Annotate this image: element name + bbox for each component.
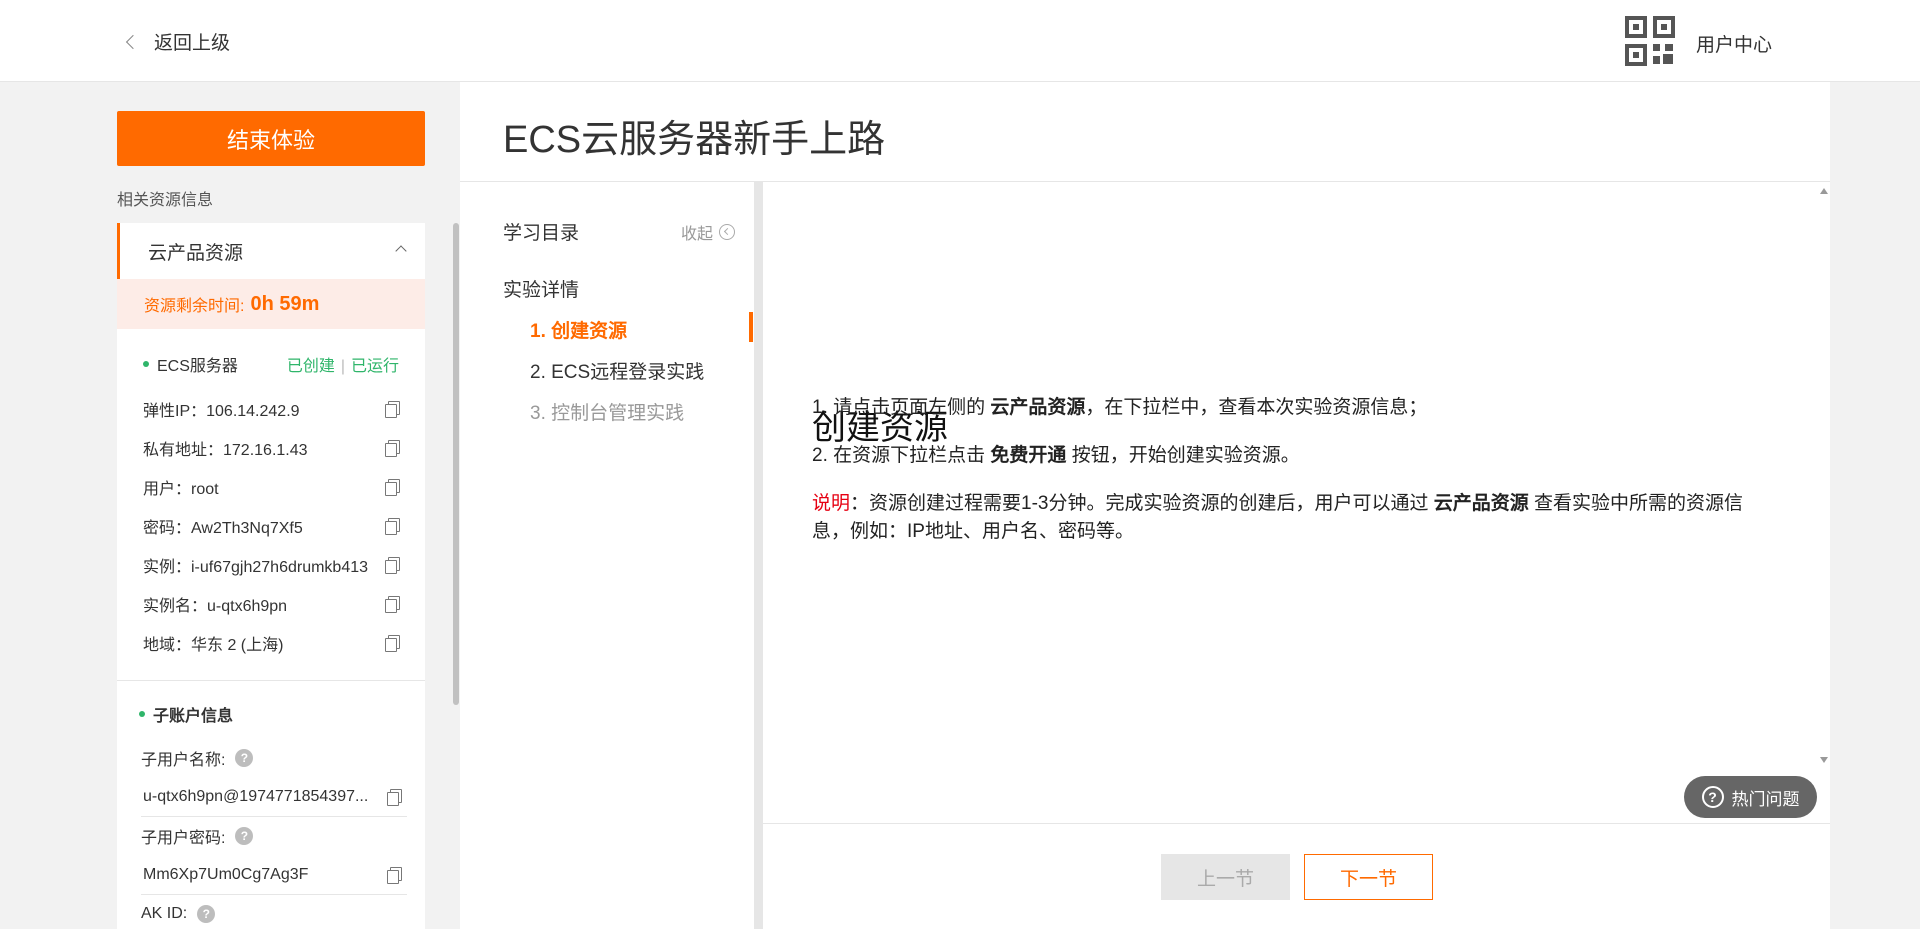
copy-icon[interactable] [385,479,400,496]
hot-questions-button[interactable]: ? 热门问题 [1684,776,1817,818]
chevron-left-icon [125,34,141,49]
scroll-down-arrow-icon[interactable] [1820,757,1828,763]
sub-user-password-value: Mm6Xp7Um0Cg7Ag3F [141,855,407,895]
sub-account-title: 子账户信息 [117,689,425,739]
copy-icon[interactable] [387,789,402,806]
copy-icon[interactable] [385,518,400,535]
status-dot-icon [143,361,149,367]
sub-account-title-text: 子账户信息 [153,708,234,725]
toc-item-create-resource[interactable]: 1. 创建资源 [530,316,627,343]
sub-user-name-label: 子用户名称: ? [117,739,425,777]
step-1: 1. 请点击页面左侧的 云产品资源，在下拉栏中，查看本次实验资源信息； [812,394,1772,422]
info-text: 实例：i-uf67gjh27h6drumkb413 [143,558,369,576]
status-dot-icon [139,711,145,717]
value-text: Mm6Xp7Um0Cg7Ag3F [143,865,309,883]
value-text: u-qtx6h9pn@1974771854397... [143,787,369,805]
cloud-product-title: 云产品资源 [148,242,244,264]
qr-code-icon[interactable] [1625,16,1675,66]
remaining-time: 资源剩余时间: 0h 59m [117,279,425,329]
info-text: 私有地址：172.16.1.43 [143,441,308,459]
label-text: 子用户名称: [141,752,226,769]
timer-value: 0h 59m [250,292,320,315]
ak-id-label: AK ID: ? [117,895,425,929]
page-title: ECS云服务器新手上路 [503,119,886,161]
info-row-private-ip: 私有地址：172.16.1.43 [117,428,425,467]
sub-user-password-label: 子用户密码: ? [117,817,425,855]
info-text: 用户：root [143,480,219,498]
collapse-label: 收起 [681,226,714,243]
step-text: 按钮，开始创建实验资源。 [1066,445,1300,466]
note-label: 说明 [812,493,851,514]
divider [460,181,1830,182]
label-text: AK ID: [141,905,188,922]
copy-icon[interactable] [385,596,400,613]
info-text: 地域：华东 2 (上海) [143,636,284,654]
chevron-up-icon [395,245,407,257]
resource-panel: 云产品资源 资源剩余时间: 0h 59m ECS服务器 已创建 | 已运行 弹性IP… [117,223,425,929]
info-row-instance-name: 实例名：u-qtx6h9pn [117,584,425,623]
ecs-status: 已创建 | 已运行 [287,352,399,376]
info-row-user: 用户：root [117,467,425,506]
copy-icon[interactable] [385,557,400,574]
end-experience-button[interactable]: 结束体验 [117,111,425,166]
step-2: 2. 在资源下拉栏点击 免费开通 按钮，开始创建实验资源。 [812,442,1772,470]
toc-divider [754,182,763,929]
divider [117,680,425,681]
back-link[interactable]: 返回上级 [125,28,231,55]
info-row-elastic-ip: 弹性IP：106.14.242.9 [117,389,425,428]
toc-item-ecs-remote-login[interactable]: 2. ECS远程登录实践 [530,357,704,384]
top-bar: 返回上级 用户中心 [0,0,1920,82]
step-bold: 免费开通 [990,445,1067,466]
step-text: 2. 在资源下拉栏点击 [812,445,991,466]
divider [763,823,1830,824]
next-section-button[interactable]: 下一节 [1304,854,1433,900]
status-separator: | [340,358,345,375]
info-row-instance: 实例：i-uf67gjh27h6drumkb413 [117,545,425,584]
info-text: 密码：Aw2Th3Nq7Xf5 [143,519,303,537]
step-text: ，在下拉栏中，查看本次实验资源信息； [1085,397,1428,418]
note: 说明：资源创建过程需要1-3分钟。完成实验资源的创建后，用户可以通过 云产品资源… [812,490,1772,546]
toc-active-marker [749,312,753,342]
timer-label: 资源剩余时间: [144,298,245,315]
copy-icon[interactable] [385,440,400,457]
left-scrollbar[interactable] [453,223,459,705]
toc-title: 学习目录 [503,223,580,244]
note-bold: 云产品资源 [1433,493,1529,514]
step-bold: 云产品资源 [990,397,1086,418]
resource-info-label: 相关资源信息 [117,192,214,209]
help-icon[interactable]: ? [197,905,216,923]
status-running: 已运行 [350,358,399,375]
help-icon[interactable]: ? [235,827,254,845]
collapse-toc-button[interactable]: 收起 [681,220,736,244]
label-text: 子用户密码: [141,830,226,847]
ecs-server-row: ECS服务器 已创建 | 已运行 [117,339,425,389]
sub-user-name-value: u-qtx6h9pn@1974771854397... [141,777,407,817]
back-label: 返回上级 [154,33,231,54]
toc-section: 实验详情 [503,280,580,301]
help-icon[interactable]: ? [235,749,254,767]
note-text: ：资源创建过程需要1-3分钟。完成实验资源的创建后，用户可以通过 [850,493,1434,514]
question-circle-icon: ? [1701,786,1724,808]
copy-icon[interactable] [385,401,400,418]
info-row-region: 地域：华东 2 (上海) [117,623,425,662]
step-text: 1. 请点击页面左侧的 [812,397,991,418]
copy-icon[interactable] [385,635,400,652]
ecs-name: ECS服务器 [157,358,238,375]
prev-section-button[interactable]: 上一节 [1161,854,1290,900]
scroll-up-arrow-icon[interactable] [1820,188,1828,194]
info-text: 实例名：u-qtx6h9pn [143,597,288,615]
status-created: 已创建 [286,358,335,375]
hot-questions-label: 热门问题 [1731,789,1800,809]
main-panel: ECS云服务器新手上路 学习目录 收起 实验详情 1. 创建资源 2. ECS远… [460,82,1830,929]
info-text: 弹性IP：106.14.242.9 [143,402,300,420]
copy-icon[interactable] [387,867,402,884]
toc-item-console-management: 3. 控制台管理实践 [530,403,685,424]
info-row-password: 密码：Aw2Th3Nq7Xf5 [117,506,425,545]
cloud-product-toggle[interactable]: 云产品资源 [117,223,425,279]
collapse-circle-icon [719,224,736,240]
user-center-link[interactable]: 用户中心 [1696,30,1772,57]
